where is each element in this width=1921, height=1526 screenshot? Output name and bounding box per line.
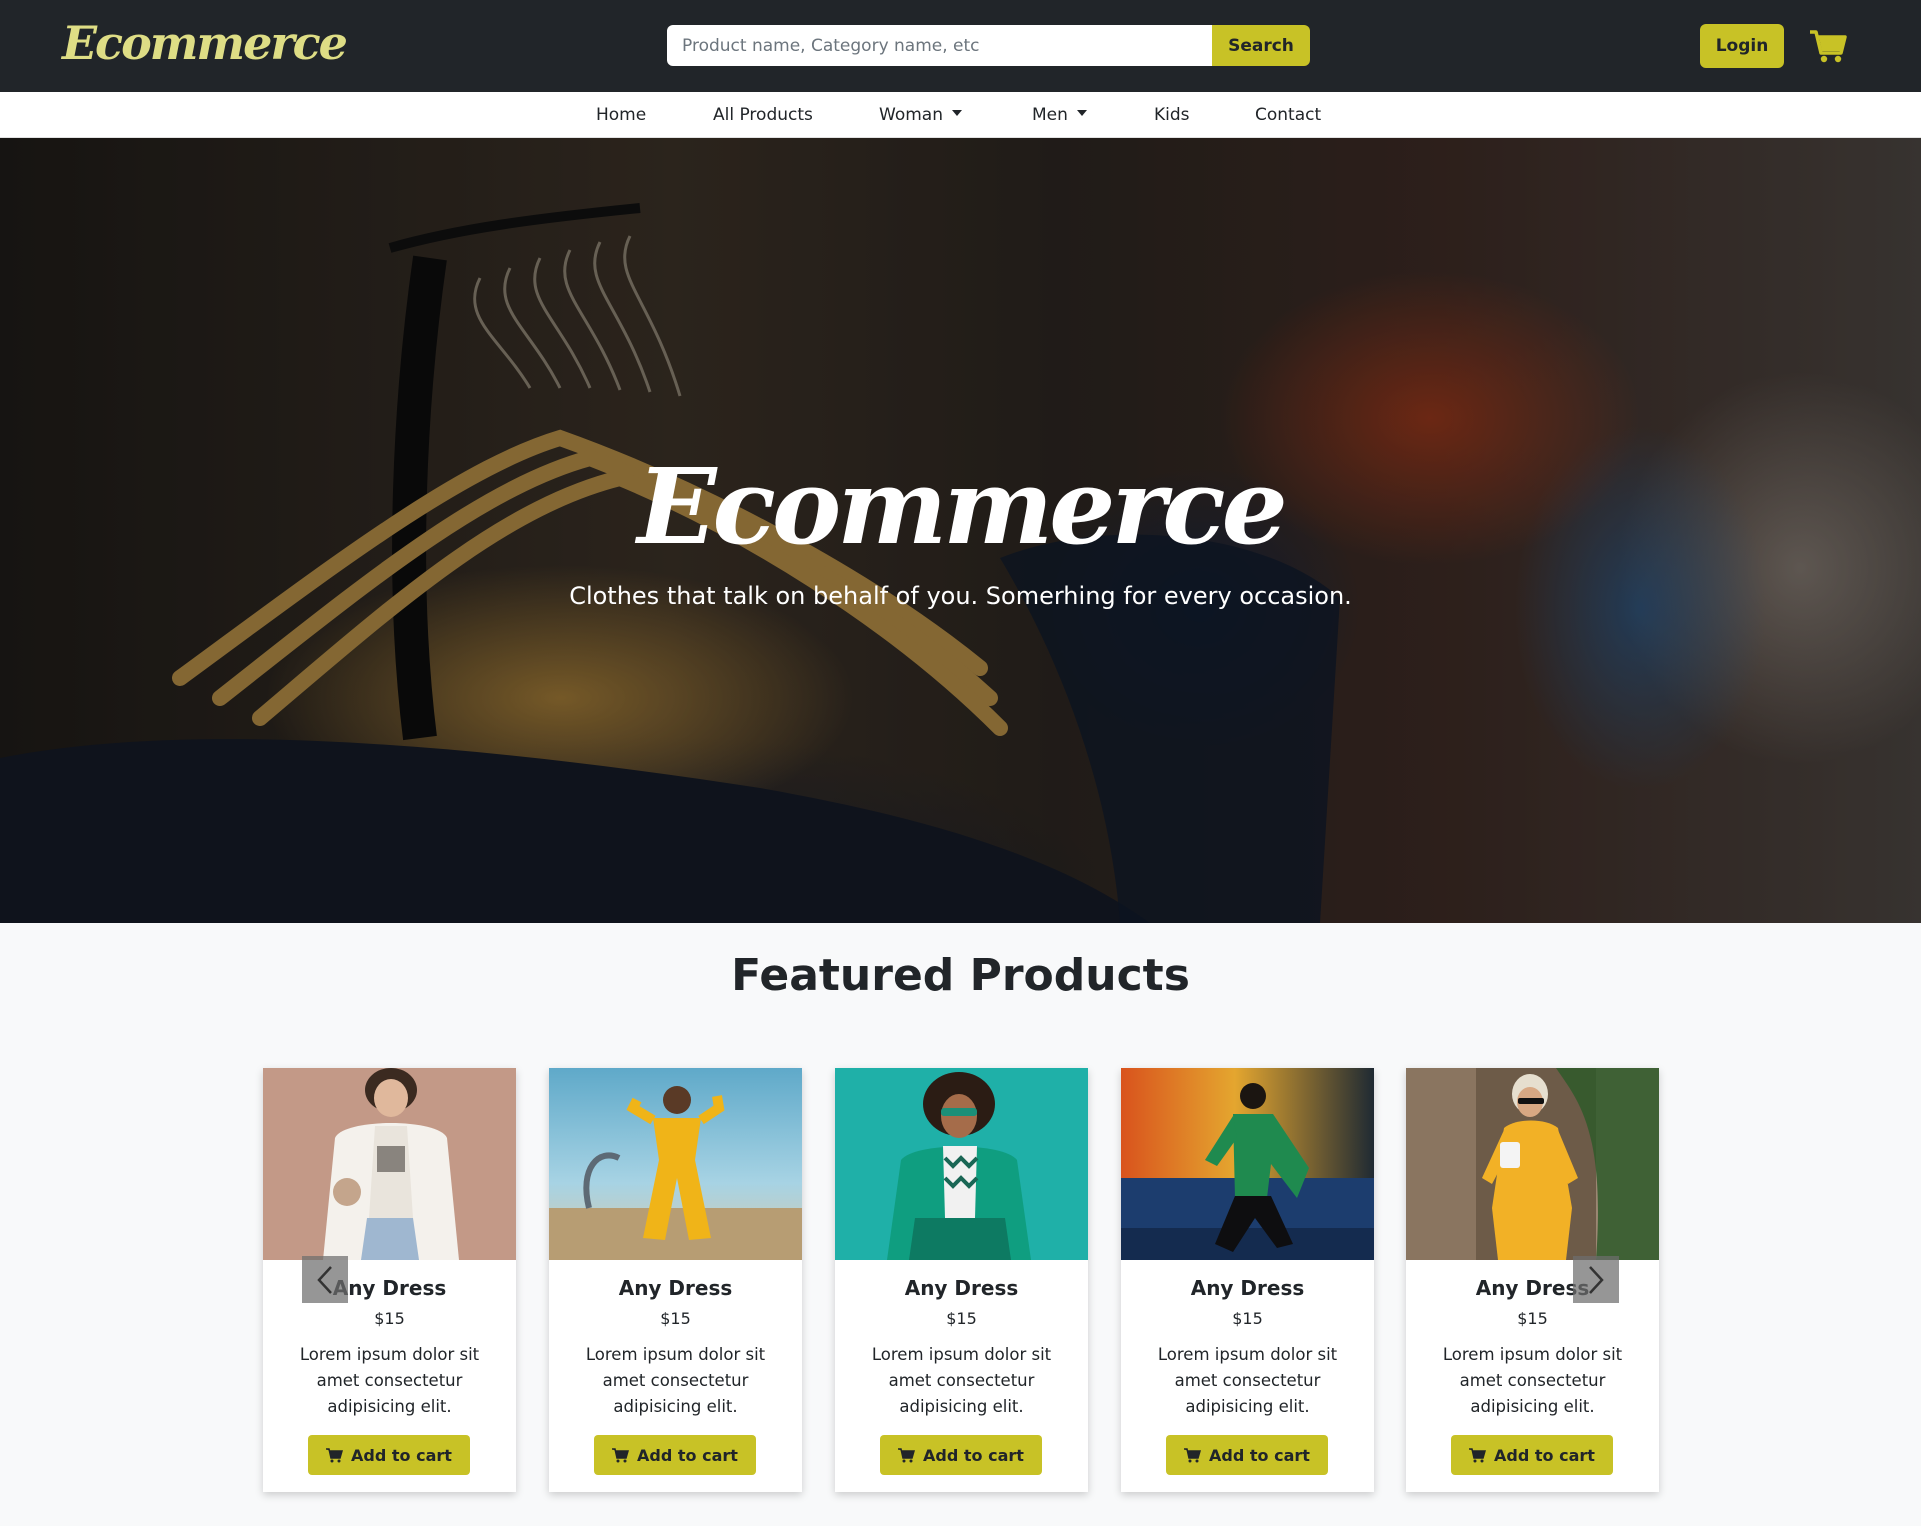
- product-name: Any Dress: [332, 1276, 447, 1300]
- product-name: Any Dress: [1475, 1276, 1590, 1300]
- add-to-cart-button[interactable]: Add to cart: [308, 1435, 470, 1475]
- product-card[interactable]: Any Dress $15 Lorem ipsum dolor sit amet…: [1121, 1068, 1374, 1492]
- chevron-right-icon: [1589, 1265, 1604, 1294]
- top-header: Ecommerce Search Login: [0, 0, 1921, 92]
- product-price: $15: [1517, 1309, 1548, 1328]
- hero-subtitle: Clothes that talk on behalf of you. Some…: [569, 582, 1352, 610]
- nav-item-men[interactable]: Men: [1032, 92, 1087, 138]
- product-image[interactable]: [835, 1068, 1088, 1260]
- cart-icon: [1469, 1447, 1487, 1462]
- nav-item-label: Woman: [879, 105, 943, 125]
- featured-products-title: Featured Products: [731, 950, 1190, 1001]
- add-to-cart-label: Add to cart: [351, 1445, 452, 1465]
- product-description: Lorem ipsum dolor sit amet consectetur a…: [1442, 1345, 1623, 1416]
- cart-icon: [612, 1447, 630, 1462]
- nav-item-label: Men: [1032, 105, 1068, 125]
- product-image[interactable]: [263, 1068, 516, 1260]
- product-price: $15: [374, 1309, 405, 1328]
- add-to-cart-label: Add to cart: [923, 1445, 1024, 1465]
- product-image[interactable]: [1121, 1068, 1374, 1260]
- nav-item-home[interactable]: Home: [596, 92, 646, 138]
- caret-down-icon: [1076, 110, 1087, 116]
- product-name: Any Dress: [1190, 1276, 1305, 1300]
- product-price: $15: [1232, 1309, 1263, 1328]
- product-name: Any Dress: [904, 1276, 1019, 1300]
- product-image[interactable]: [549, 1068, 802, 1260]
- cart-icon: [326, 1447, 344, 1462]
- carousel-next-button[interactable]: [1573, 1256, 1619, 1303]
- main-nav: Home All Products Woman Men Kids Contact: [0, 92, 1921, 138]
- nav-item-label: Contact: [1255, 105, 1322, 125]
- product-description: Lorem ipsum dolor sit amet consectetur a…: [1157, 1345, 1338, 1416]
- product-image[interactable]: [1406, 1068, 1659, 1260]
- product-card[interactable]: Any Dress $15 Lorem ipsum dolor sit amet…: [1406, 1068, 1659, 1492]
- chevron-left-icon: [317, 1265, 332, 1294]
- add-to-cart-button[interactable]: Add to cart: [1451, 1435, 1613, 1475]
- cart-icon[interactable]: [1808, 26, 1848, 66]
- product-price: $15: [660, 1309, 691, 1328]
- product-card[interactable]: Any Dress $15 Lorem ipsum dolor sit amet…: [263, 1068, 516, 1492]
- nav-item-contact[interactable]: Contact: [1255, 92, 1321, 138]
- product-card[interactable]: Any Dress $15 Lorem ipsum dolor sit amet…: [835, 1068, 1088, 1492]
- search-input[interactable]: [667, 25, 1212, 66]
- cart-icon: [898, 1447, 916, 1462]
- search-button[interactable]: Search: [1212, 25, 1310, 66]
- add-to-cart-label: Add to cart: [1209, 1445, 1310, 1465]
- nav-item-kids[interactable]: Kids: [1154, 92, 1190, 138]
- nav-item-woman[interactable]: Woman: [879, 92, 962, 138]
- product-name: Any Dress: [618, 1276, 733, 1300]
- hero-title: Ecommerce: [637, 445, 1288, 568]
- nav-item-label: Kids: [1154, 105, 1190, 125]
- site-logo[interactable]: Ecommerce: [62, 16, 348, 70]
- add-to-cart-label: Add to cart: [1494, 1445, 1595, 1465]
- product-description: Lorem ipsum dolor sit amet consectetur a…: [299, 1345, 480, 1416]
- product-price: $15: [946, 1309, 977, 1328]
- add-to-cart-label: Add to cart: [637, 1445, 738, 1465]
- add-to-cart-button[interactable]: Add to cart: [880, 1435, 1042, 1475]
- caret-down-icon: [951, 110, 962, 116]
- add-to-cart-button[interactable]: Add to cart: [594, 1435, 756, 1475]
- product-card[interactable]: Any Dress $15 Lorem ipsum dolor sit amet…: [549, 1068, 802, 1492]
- add-to-cart-button[interactable]: Add to cart: [1166, 1435, 1328, 1475]
- login-button[interactable]: Login: [1700, 24, 1784, 68]
- nav-item-all-products[interactable]: All Products: [713, 92, 813, 138]
- product-description: Lorem ipsum dolor sit amet consectetur a…: [871, 1345, 1052, 1416]
- carousel-prev-button[interactable]: [302, 1256, 348, 1303]
- hero-banner: Ecommerce Clothes that talk on behalf of…: [0, 138, 1921, 923]
- cart-icon: [1184, 1447, 1202, 1462]
- nav-item-label: All Products: [713, 105, 813, 125]
- product-description: Lorem ipsum dolor sit amet consectetur a…: [585, 1345, 766, 1416]
- nav-item-label: Home: [596, 105, 647, 125]
- search-form: Search: [667, 25, 1310, 66]
